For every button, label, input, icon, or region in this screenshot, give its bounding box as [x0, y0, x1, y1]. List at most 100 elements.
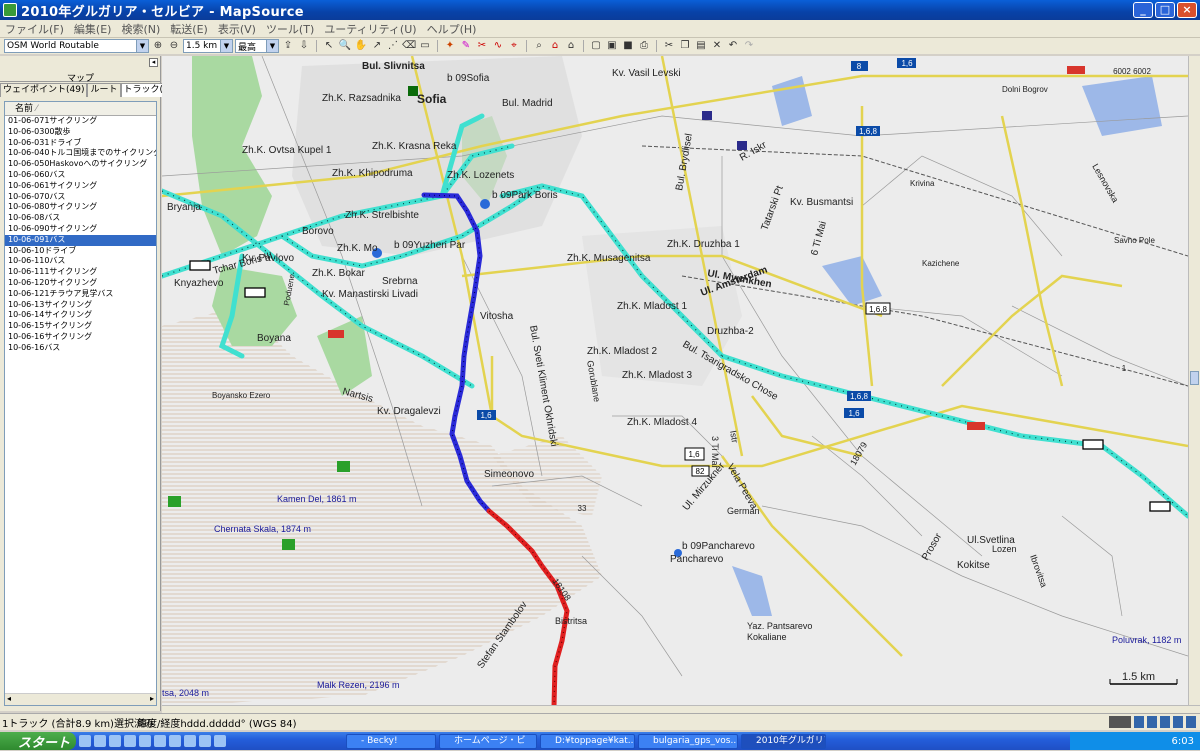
delete-icon[interactable]: ✕ — [710, 39, 724, 53]
track-list-item[interactable]: 10-06-121チラウア見学バス — [5, 289, 156, 300]
find-tool-icon[interactable]: ⌖ — [507, 39, 521, 53]
measure-tool-icon[interactable]: ∿ — [491, 39, 505, 53]
task-bulgaria-gps[interactable]: bulgaria_gps_vos... — [638, 733, 738, 749]
ime-icon[interactable] — [1109, 716, 1131, 728]
track-list-item[interactable]: 10-06-070バス — [5, 192, 156, 203]
track-list-item[interactable]: 10-06-060バス — [5, 170, 156, 181]
route-tool-icon[interactable]: ↗ — [370, 39, 384, 53]
menu-edit[interactable]: 編集(E) — [69, 21, 117, 37]
track-list-item[interactable]: 10-06-16バス — [5, 343, 156, 354]
clock[interactable]: 6:03 — [1172, 736, 1194, 747]
receive-from-device-icon[interactable]: ⇩ — [297, 39, 311, 53]
scroll-thumb[interactable] — [1190, 371, 1199, 385]
track-list-item[interactable]: 10-06-10ドライブ — [5, 246, 156, 257]
copy-icon[interactable]: ❐ — [678, 39, 692, 53]
distance-tool-icon[interactable]: ▭ — [418, 39, 432, 53]
print-icon[interactable]: ⎙ — [637, 39, 651, 53]
task-homepage[interactable]: ホームページ・ビ — [439, 733, 537, 749]
menu-help[interactable]: ヘルプ(H) — [422, 21, 482, 37]
track-list-item[interactable]: 10-06-110バス — [5, 256, 156, 267]
track-list-item[interactable]: 10-06-13サイクリング — [5, 300, 156, 311]
track-list-item[interactable]: 10-06-090サイクリング — [5, 224, 156, 235]
quicklaunch-icon[interactable] — [154, 735, 166, 747]
route-draw-icon[interactable]: ✎ — [459, 39, 473, 53]
map-canvas[interactable]: 8 1,6 1,6,8 1,6,8 1,6 82 1,6 33 1,6,8 1,… — [162, 56, 1188, 706]
zoom-in-icon[interactable]: ⊕ — [151, 39, 165, 53]
cut-icon[interactable]: ✂ — [662, 39, 676, 53]
open-file-icon[interactable]: ▣ — [605, 39, 619, 53]
quicklaunch-icon[interactable] — [139, 735, 151, 747]
track-list-item[interactable]: 10-06-08バス — [5, 213, 156, 224]
menu-transfer[interactable]: 転送(E) — [165, 21, 213, 37]
panel-collapse-button[interactable]: ◂ — [149, 58, 158, 67]
close-button[interactable]: × — [1177, 2, 1197, 18]
undo-icon[interactable]: ↶ — [726, 39, 740, 53]
track-list-item[interactable]: 01-06-071サイクリング — [5, 116, 156, 127]
find-poi-icon[interactable]: ⌂ — [564, 39, 578, 53]
start-button[interactable]: スタート — [0, 732, 76, 751]
quicklaunch-icon[interactable] — [199, 735, 211, 747]
send-to-device-icon[interactable]: ⇪ — [281, 39, 295, 53]
track-list-item[interactable]: 10-06-111サイクリング — [5, 267, 156, 278]
task-mapsource[interactable]: 2010年グルガリア... — [741, 733, 826, 749]
scroll-right-icon[interactable]: ▸ — [150, 694, 154, 703]
paste-icon[interactable]: ▤ — [694, 39, 708, 53]
track-list-item[interactable]: 10-06-080サイクリング — [5, 202, 156, 213]
track-list[interactable]: 名前 ⁄ 01-06-071サイクリング 10-06-0300散歩 10-06-03… — [4, 101, 157, 706]
map-view[interactable]: 8 1,6 1,6,8 1,6,8 1,6 82 1,6 33 1,6,8 1,… — [162, 56, 1188, 706]
track-list-item[interactable]: 10-06-050Haskovoへのサイクリング — [5, 159, 156, 170]
map-product-select[interactable]: OSM World Routable ▼ — [4, 39, 149, 53]
save-file-icon[interactable]: ■ — [621, 39, 635, 53]
track-tool-icon[interactable]: ⋰ — [386, 39, 400, 53]
select-tool-icon[interactable]: ↖ — [322, 39, 336, 53]
quicklaunch-icon[interactable] — [124, 735, 136, 747]
scroll-left-icon[interactable]: ◂ — [7, 694, 11, 703]
ime-mode-icon[interactable] — [1160, 716, 1170, 728]
tab-waypoints[interactable]: ウェイポイント(49) — [0, 83, 88, 97]
quicklaunch-icon[interactable] — [184, 735, 196, 747]
track-draw-icon[interactable]: ✂ — [475, 39, 489, 53]
track-list-item[interactable]: 10-06-14サイクリング — [5, 310, 156, 321]
quicklaunch-icon[interactable] — [94, 735, 106, 747]
menu-file[interactable]: ファイル(F) — [0, 21, 69, 37]
track-list-item[interactable]: 10-06-031ドライブ — [5, 138, 156, 149]
zoom-scale-select[interactable]: 1.5 km ▼ — [183, 39, 233, 53]
menu-view[interactable]: 表示(V) — [213, 21, 261, 37]
list-horizontal-scrollbar[interactable]: ◂ ▸ — [5, 693, 156, 705]
ime-mode-icon[interactable] — [1134, 716, 1144, 728]
quicklaunch-icon[interactable] — [79, 735, 91, 747]
find-address-icon[interactable]: ⌂ — [548, 39, 562, 53]
task-becky[interactable]: - Becky! — [346, 733, 436, 749]
track-list-item[interactable]: 10-06-16サイクリング — [5, 332, 156, 343]
zoom-out-icon[interactable]: ⊖ — [167, 39, 181, 53]
tab-routes[interactable]: ルート — [87, 83, 121, 97]
task-explorer[interactable]: D:¥toppage¥kat... — [540, 733, 635, 749]
menu-find[interactable]: 検索(N) — [116, 21, 165, 37]
track-list-item[interactable]: 10-06-061サイクリング — [5, 181, 156, 192]
quicklaunch-icon[interactable] — [109, 735, 121, 747]
detail-select[interactable]: 最高 ▼ — [235, 39, 279, 53]
maximize-button[interactable]: □ — [1155, 2, 1175, 18]
quicklaunch-icon[interactable] — [169, 735, 181, 747]
ime-mode-icon[interactable] — [1173, 716, 1183, 728]
track-list-item[interactable]: 10-06-040トルコ国境までのサイクリング — [5, 148, 156, 159]
hand-tool-icon[interactable]: ✋ — [354, 39, 368, 53]
minimize-button[interactable]: _ — [1133, 2, 1153, 18]
menu-tools[interactable]: ツール(T) — [261, 21, 319, 37]
ime-mode-icon[interactable] — [1186, 716, 1196, 728]
menu-utility[interactable]: ユーティリティ(U) — [319, 21, 421, 37]
map-vertical-scrollbar[interactable] — [1188, 56, 1200, 706]
ime-mode-icon[interactable] — [1147, 716, 1157, 728]
waypoint-tool-icon[interactable]: ✦ — [443, 39, 457, 53]
find-place-icon[interactable]: ⌕ — [532, 39, 546, 53]
redo-icon[interactable]: ↷ — [742, 39, 756, 53]
new-file-icon[interactable]: ▢ — [589, 39, 603, 53]
zoom-tool-icon[interactable]: 🔍 — [338, 39, 352, 53]
track-list-item[interactable]: 10-06-091バス — [5, 234, 156, 246]
track-list-item[interactable]: 10-06-0300散歩 — [5, 127, 156, 138]
column-header-name[interactable]: 名前 ⁄ — [5, 102, 156, 116]
map-horizontal-scrollbar[interactable] — [162, 705, 1200, 713]
erase-tool-icon[interactable]: ⌫ — [402, 39, 416, 53]
quicklaunch-icon[interactable] — [214, 735, 226, 747]
track-list-item[interactable]: 10-06-15サイクリング — [5, 321, 156, 332]
